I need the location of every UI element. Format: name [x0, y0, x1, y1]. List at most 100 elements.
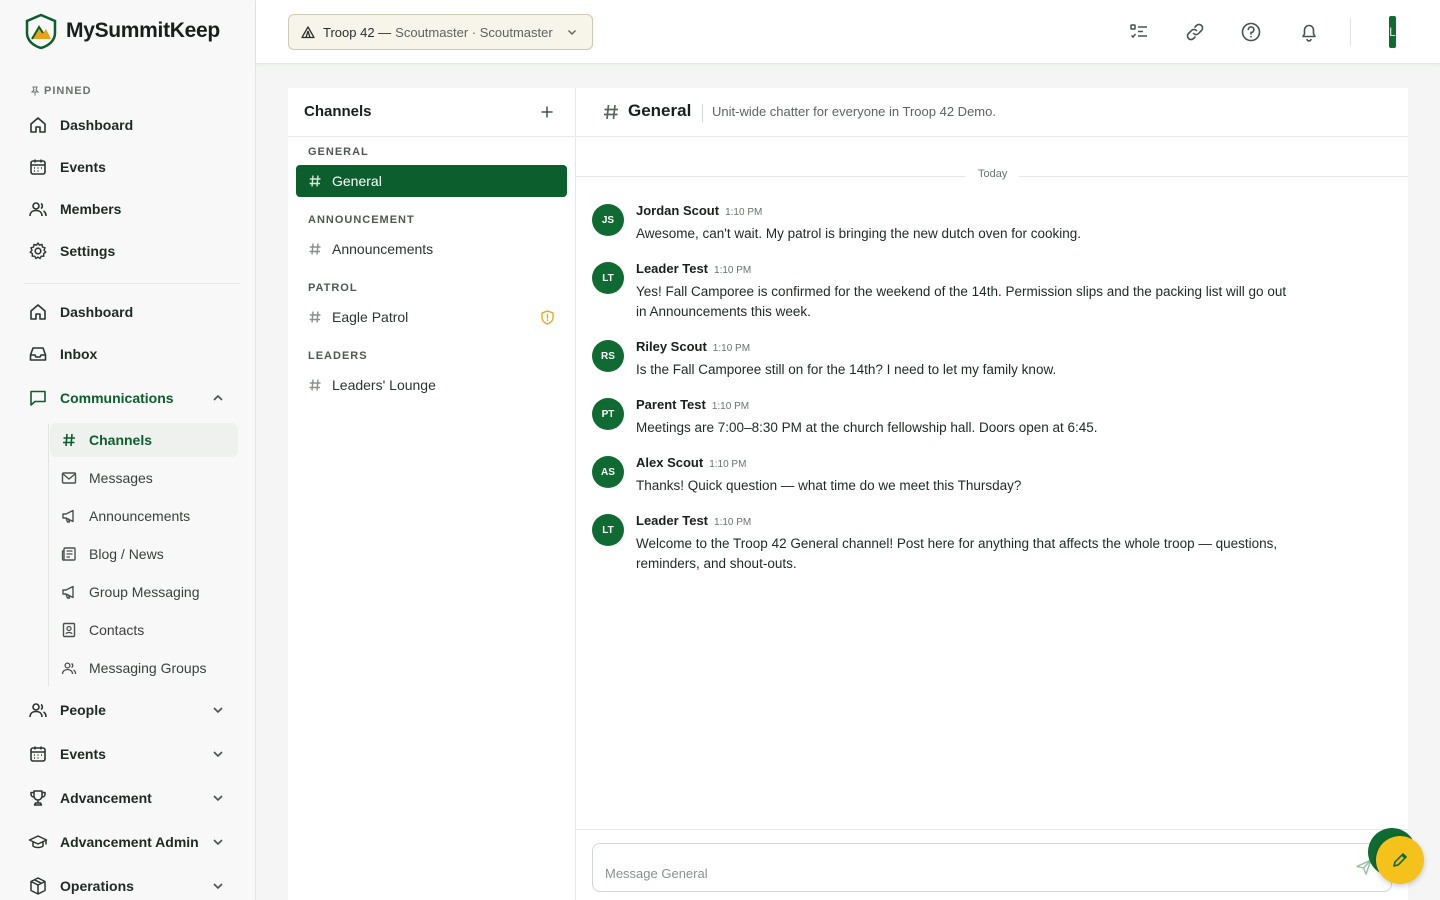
message-time: 1:10 PM: [725, 207, 763, 218]
sidebar-section-advancement[interactable]: Advancement: [28, 782, 233, 814]
message-author[interactable]: Leader Test: [636, 261, 708, 276]
message-time: 1:10 PM: [711, 401, 750, 412]
message-avatar[interactable]: RS: [592, 340, 624, 372]
message-body: Meetings are 7:00–8:30 PM at the church …: [636, 420, 1098, 435]
message-avatar[interactable]: LT: [592, 514, 624, 546]
chevron-down-icon[interactable]: [211, 835, 225, 849]
message-avatar[interactable]: PT: [592, 398, 624, 430]
pinned-item-events[interactable]: Events: [28, 151, 233, 183]
message-body: Welcome to the Troop 42 General channel!…: [636, 536, 1278, 571]
message-input[interactable]: Message General: [592, 843, 1392, 892]
pinned-item-settings[interactable]: Settings: [28, 235, 233, 267]
sidebar-subitem-blog-news[interactable]: Blog / News: [50, 537, 238, 571]
chevron-down-icon[interactable]: [211, 791, 225, 805]
app-logo[interactable]: MySummitKeep: [24, 13, 220, 49]
channel-title: General: [628, 101, 692, 120]
users-icon: [61, 662, 77, 675]
message-author[interactable]: Parent Test: [636, 397, 706, 412]
add-channel-icon[interactable]: [539, 104, 555, 120]
users-icon: [29, 202, 47, 217]
day-divider-label: Today: [966, 168, 1020, 180]
hash-icon: [604, 104, 618, 120]
chevron-down-icon[interactable]: [211, 879, 225, 893]
sidebar-subitem-messaging-groups[interactable]: Messaging Groups: [50, 651, 238, 685]
sidebar-item-inbox[interactable]: Inbox: [28, 338, 233, 370]
pinned-item-members[interactable]: Members: [28, 193, 233, 225]
megaphone-icon: [62, 509, 74, 523]
hash-icon: [309, 243, 321, 255]
user-avatar[interactable]: L: [1389, 16, 1396, 48]
link-icon[interactable]: [1184, 21, 1206, 43]
sidebar-subitem-announcements[interactable]: Announcements: [50, 499, 238, 533]
pin-icon: [30, 86, 40, 96]
calendar-icon: [30, 746, 46, 762]
unit-role-selector[interactable]: Troop 42 — Scoutmaster · Scoutmaster: [288, 14, 593, 50]
box-icon: [30, 877, 46, 895]
sidebar-subitem-contacts[interactable]: Contacts: [50, 613, 238, 647]
sidebar-section-advancement-admin[interactable]: Advancement Admin: [28, 826, 233, 858]
chevron-up-icon[interactable]: [211, 391, 225, 405]
message-time: 1:10 PM: [714, 265, 752, 276]
message-avatar[interactable]: AS: [592, 456, 624, 488]
gear-icon: [29, 242, 47, 260]
unit-role: Scoutmaster · Scoutmaster: [395, 24, 553, 40]
chevron-down-icon: [568, 30, 576, 35]
message-time: 1:10 PM: [714, 517, 752, 528]
chevron-down-icon[interactable]: [211, 747, 225, 761]
message-time: 1:10 PM: [712, 343, 751, 354]
hash-icon: [63, 433, 75, 447]
sidebar-section-operations[interactable]: Operations: [28, 870, 233, 900]
message-author[interactable]: Jordan Scout: [636, 203, 719, 218]
message-avatar[interactable]: LT: [592, 262, 624, 294]
calendar-icon: [30, 159, 46, 175]
message-author[interactable]: Alex Scout: [636, 455, 703, 470]
chat-panel: General Unit-wide chatter for everyone i…: [576, 88, 1408, 900]
channel-item-announcements[interactable]: Announcements: [296, 233, 567, 265]
quick-action-button[interactable]: [1376, 836, 1424, 884]
channel-group-label: GENERAL: [308, 146, 369, 158]
message-body: Awesome, can't wait. My patrol is bringi…: [636, 226, 1082, 241]
channel-item-general[interactable]: General: [296, 165, 567, 197]
channel-group-label: ANNOUNCEMENT: [308, 214, 415, 226]
sidebar-item-communications[interactable]: Communications: [28, 382, 233, 414]
users-icon: [29, 703, 47, 718]
shield-icon: [541, 310, 554, 325]
trophy-icon: [30, 790, 46, 806]
hash-icon: [309, 311, 321, 323]
message-author[interactable]: Leader Test: [636, 513, 708, 528]
inbox-icon: [29, 347, 47, 361]
megaphone-icon: [62, 585, 74, 599]
top-bar: Troop 42 — Scoutmaster · Scoutmaster L: [256, 0, 1440, 64]
submenu-guide-line: [48, 424, 49, 686]
sidebar-subitem-messages[interactable]: Messages: [50, 461, 238, 495]
channel-description: Unit-wide chatter for everyone in Troop …: [712, 104, 996, 119]
message-body: Yes! Fall Camporee is confirmed for the …: [636, 284, 1287, 319]
app-name: MySummitKeep: [66, 19, 220, 42]
pencil-icon: [1393, 853, 1407, 867]
chat-header: General Unit-wide chatter for everyone i…: [576, 88, 1408, 137]
pinned-item-dashboard[interactable]: Dashboard: [28, 109, 233, 141]
message-input-placeholder: Message General: [605, 866, 708, 881]
sidebar-section-people[interactable]: People: [28, 694, 233, 726]
sidebar-item-dashboard[interactable]: Dashboard: [28, 296, 233, 328]
sidebar-section-events[interactable]: Events: [28, 738, 233, 770]
sidebar-divider: [24, 283, 240, 284]
channels-header: Channels: [288, 88, 576, 137]
pinned-section-label: PINNED: [30, 85, 92, 97]
channel-group-label: LEADERS: [308, 350, 368, 362]
message-avatar[interactable]: JS: [592, 204, 624, 236]
sidebar-subitem-group-messaging[interactable]: Group Messaging: [50, 575, 238, 609]
help-icon[interactable]: [1240, 21, 1262, 43]
channel-item-eagle-patrol[interactable]: Eagle Patrol: [296, 301, 567, 333]
bell-icon[interactable]: [1298, 21, 1320, 43]
channels-panel: Channels GENERAL General ANNOUNCEMENT An…: [288, 88, 576, 900]
graduation-cap-icon: [28, 835, 48, 849]
newspaper-icon: [61, 547, 76, 561]
header-divider: [702, 104, 703, 122]
message-author[interactable]: Riley Scout: [636, 339, 707, 354]
composer-divider: [576, 829, 1408, 830]
sidebar-subitem-channels[interactable]: Channels: [50, 423, 238, 457]
checklist-icon[interactable]: [1128, 21, 1150, 43]
chevron-down-icon[interactable]: [211, 703, 225, 717]
channel-item-leaders-lounge[interactable]: Leaders' Lounge: [296, 369, 567, 401]
